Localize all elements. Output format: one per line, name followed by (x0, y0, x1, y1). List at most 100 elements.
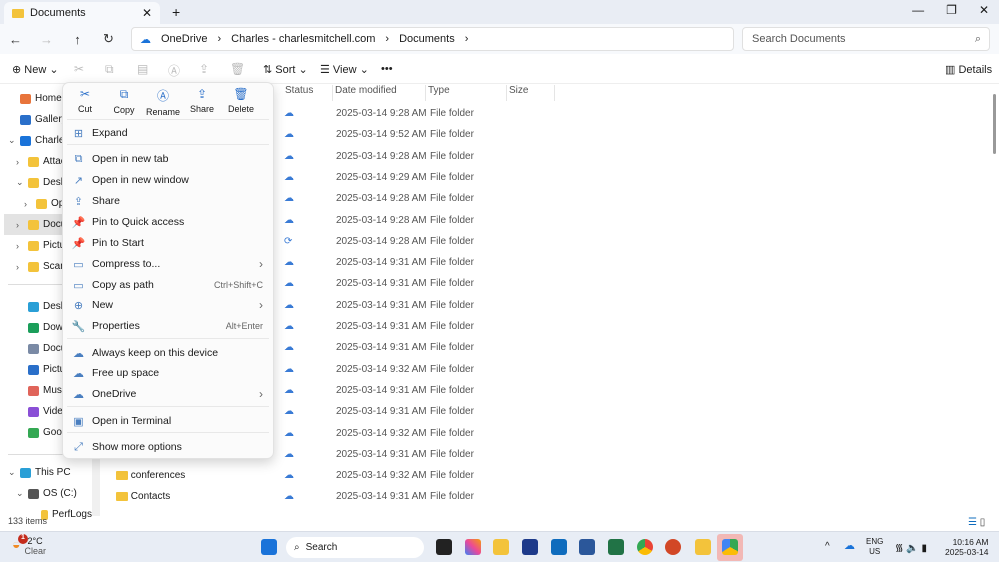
weather-widget[interactable]: ◒ 1 -2°C Clear (12, 534, 46, 556)
chevron-icon[interactable]: ⌄ (8, 467, 16, 478)
new-button[interactable]: ⊕ New ⌄ (12, 63, 59, 76)
cut-icon[interactable]: ✂ (74, 62, 84, 76)
menu-item-compress-to[interactable]: ▭ Compress to... › (63, 254, 273, 274)
menu-item-show-more-options[interactable]: ⤢ Show more options (63, 437, 273, 457)
menu-item-copy-as-path[interactable]: ▭ Copy as path Ctrl+Shift+C (63, 275, 273, 295)
chevron-icon[interactable]: › (16, 157, 24, 167)
breadcrumb-charles[interactable]: Charles - charlesmitchell.com (231, 33, 375, 45)
menu-item-expand[interactable]: ⊞ Expand (63, 123, 273, 143)
tab-documents[interactable]: Documents ✕ (4, 2, 160, 24)
close-tab-icon[interactable]: ✕ (142, 6, 152, 20)
start-icon[interactable] (261, 539, 277, 555)
maximize-button[interactable]: ❐ (946, 3, 957, 17)
sidebar-item-this-pc[interactable]: ⌄ This PC (0, 462, 92, 483)
onedrive-tray-icon[interactable]: ☁ (844, 539, 855, 552)
file-type: File folder (430, 342, 474, 354)
menu-icon: ☁ (73, 388, 84, 401)
breadcrumb-onedrive[interactable]: OneDrive (161, 33, 207, 45)
chevron-icon[interactable]: › (16, 220, 24, 230)
file-explorer-icon[interactable] (493, 539, 509, 555)
excel-icon[interactable] (608, 539, 624, 555)
rename-button[interactable]: Ⓐ Rename (143, 87, 183, 117)
sidebar-item-os-c-[interactable]: ⌄ OS (C:) (0, 483, 92, 504)
cut-button[interactable]: ✂ Cut (65, 87, 105, 114)
menu-item-new[interactable]: ⊕ New › (63, 295, 273, 315)
share-button[interactable]: ⇪ Share (182, 87, 222, 114)
chevron-up-icon[interactable]: ^ (825, 541, 830, 552)
item-count: 133 items (8, 516, 48, 526)
date-modified: 2025-03-14 9:29 AM (336, 171, 427, 183)
new-tab-button[interactable]: + (172, 4, 180, 20)
copy-icon[interactable]: ⧉ (105, 62, 114, 77)
cloud-icon: ☁ (284, 342, 294, 354)
menu-item-free-up-space[interactable]: ☁ Free up space (63, 363, 273, 383)
up-icon[interactable]: ↑ (62, 32, 93, 47)
home-icon (20, 93, 31, 104)
powerpoint-icon[interactable] (665, 539, 681, 555)
copilot-icon[interactable] (465, 539, 481, 555)
rename-icon[interactable]: Ⓐ (168, 62, 180, 79)
word-icon[interactable] (579, 539, 595, 555)
task-view-icon[interactable] (436, 539, 452, 555)
chevron-icon[interactable]: › (24, 199, 32, 209)
wifi-volume-battery-icons[interactable]: ᯾ 🔈 ▮ (895, 540, 927, 554)
date-modified: 2025-03-14 9:31 AM (336, 321, 427, 332)
breadcrumb-documents[interactable]: Documents (399, 33, 455, 45)
copy-button[interactable]: ⧉ Copy (104, 87, 144, 115)
folder-icon (28, 219, 39, 230)
outlook-icon[interactable] (551, 539, 567, 555)
music-icon (28, 385, 39, 396)
chevron-right-icon: › (259, 387, 263, 401)
store-icon[interactable] (522, 539, 538, 555)
refresh-icon[interactable]: ↻ (93, 31, 124, 47)
search-input[interactable]: Search Documents ⌕ (742, 27, 990, 51)
menu-item-share[interactable]: ⇪ Share (63, 191, 273, 211)
column-type[interactable]: Type (426, 85, 507, 101)
more-options-button[interactable]: ••• (381, 63, 393, 75)
chevron-icon[interactable]: › (16, 262, 24, 272)
delete-button[interactable]: 🗑 Delete (221, 87, 261, 114)
menu-item-open-in-terminal[interactable]: ▣ Open in Terminal (63, 411, 273, 431)
details-view-icon[interactable]: ☰ ▯ (968, 517, 985, 528)
file-list-scrollbar[interactable] (993, 94, 996, 154)
file-row[interactable]: Contacts ☁ 2025-03-14 9:31 AM File folder (100, 487, 980, 508)
menu-item-always-keep-on-this-device[interactable]: ☁ Always keep on this device (63, 343, 273, 363)
tab-title: Documents (30, 7, 86, 19)
close-button[interactable]: ✕ (979, 3, 989, 17)
delete-icon[interactable]: 🗑 (230, 62, 245, 76)
share-icon[interactable]: ⇪ (199, 62, 209, 76)
chevron-icon[interactable]: › (16, 241, 24, 251)
view-button[interactable]: ☰ View ⌄ (320, 63, 369, 76)
file-row[interactable]: conferences ☁ 2025-03-14 9:32 AM File folde… (100, 466, 980, 487)
column-date-modified[interactable]: Date modified (333, 85, 426, 101)
back-icon[interactable]: ← (0, 32, 31, 47)
sort-button[interactable]: ⇅ Sort ⌄ (263, 63, 308, 76)
chevron-icon[interactable]: ⌄ (8, 135, 16, 146)
menu-item-properties[interactable]: 🔧 Properties Alt+Enter (63, 316, 273, 336)
sync-icon: ⟳ (284, 235, 293, 247)
folder-app-icon[interactable] (695, 539, 711, 555)
date-modified: 2025-03-14 9:28 AM (336, 193, 427, 205)
chrome-icon[interactable] (637, 539, 653, 555)
language-indicator[interactable]: ENG US (866, 537, 883, 557)
menu-item-onedrive[interactable]: ☁ OneDrive › (63, 384, 273, 404)
minimize-button[interactable]: — (912, 3, 924, 17)
menu-item-open-in-new-tab[interactable]: ⧉ Open in new tab (63, 149, 273, 169)
menu-item-open-in-new-window[interactable]: ↗ Open in new window (63, 170, 273, 190)
taskbar-search[interactable]: ⌕ Search (286, 537, 424, 558)
forward-icon[interactable]: → (31, 32, 62, 47)
address-bar[interactable]: ☁ OneDrive › Charles - charlesmitchell.co… (131, 27, 734, 51)
menu-item-pin-to-quick-access[interactable]: 📌 Pin to Quick access (63, 212, 273, 232)
chevron-icon[interactable]: ⌄ (16, 488, 24, 499)
chevron-icon[interactable]: ⌄ (16, 177, 24, 188)
cloud-icon: ☁ (284, 299, 294, 311)
paste-icon[interactable]: ▤ (137, 62, 148, 76)
clock[interactable]: 10:16 AM 2025-03-14 (945, 537, 988, 557)
column-size[interactable]: Size (507, 85, 555, 101)
google-drive-icon[interactable] (722, 539, 738, 555)
details-button[interactable]: ▥ Details (945, 63, 992, 76)
menu-item-pin-to-start[interactable]: 📌 Pin to Start (63, 233, 273, 253)
pictures-icon (28, 364, 39, 375)
column-status[interactable]: Status (283, 85, 333, 101)
folder-icon (28, 177, 39, 188)
